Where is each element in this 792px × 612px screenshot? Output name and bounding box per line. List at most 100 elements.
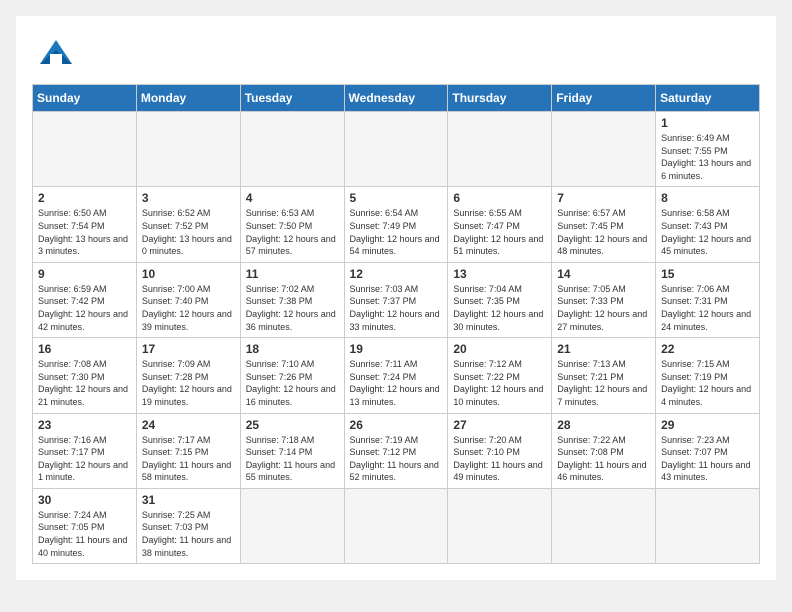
day-cell-17: 17Sunrise: 7:09 AMSunset: 7:28 PMDayligh… (136, 338, 240, 413)
day-cell-10: 10 Sunrise: 7:00 AMSunset: 7:40 PMDayligh… (136, 262, 240, 337)
weekday-header-row: SundayMondayTuesdayWednesdayThursdayFrid… (33, 85, 760, 112)
day-info: Sunrise: 6:49 AMSunset: 7:55 PMDaylight:… (661, 132, 754, 182)
day-info: Sunrise: 6:59 AMSunset: 7:42 PMDaylight:… (38, 283, 131, 333)
week-row-6: 30Sunrise: 7:24 AMSunset: 7:05 PMDayligh… (33, 488, 760, 563)
day-cell-22: 22Sunrise: 7:15 AMSunset: 7:19 PMDayligh… (656, 338, 760, 413)
empty-cell (552, 488, 656, 563)
day-cell-27: 27 Sunrise: 7:20 AMSunset: 7:10 PMDayligh… (448, 413, 552, 488)
week-row-1: 1 Sunrise: 6:49 AMSunset: 7:55 PMDaylight… (33, 112, 760, 187)
day-info: Sunrise: 7:22 AMSunset: 7:08 PMDaylight:… (557, 434, 650, 484)
generalblue-logo-icon (32, 32, 80, 72)
day-number: 4 (246, 191, 339, 205)
week-row-5: 23Sunrise: 7:16 AMSunset: 7:17 PMDayligh… (33, 413, 760, 488)
empty-cell (240, 112, 344, 187)
day-number: 13 (453, 267, 546, 281)
day-info: Sunrise: 6:50 AMSunset: 7:54 PMDaylight:… (38, 207, 131, 257)
empty-cell (33, 112, 137, 187)
day-info: Sunrise: 7:03 AMSunset: 7:37 PMDaylight:… (350, 283, 443, 333)
day-info: Sunrise: 7:06 AMSunset: 7:31 PMDaylight:… (661, 283, 754, 333)
day-info: Sunrise: 7:13 AMSunset: 7:21 PMDaylight:… (557, 358, 650, 408)
logo (32, 32, 86, 72)
day-number: 6 (453, 191, 546, 205)
day-cell-8: 8 Sunrise: 6:58 AMSunset: 7:43 PMDaylight… (656, 187, 760, 262)
header (32, 32, 760, 72)
day-number: 14 (557, 267, 650, 281)
day-info: Sunrise: 6:58 AMSunset: 7:43 PMDaylight:… (661, 207, 754, 257)
day-number: 8 (661, 191, 754, 205)
empty-cell (448, 112, 552, 187)
day-number: 28 (557, 418, 650, 432)
day-cell-2: 2Sunrise: 6:50 AMSunset: 7:54 PMDaylight… (33, 187, 137, 262)
day-info: Sunrise: 7:08 AMSunset: 7:30 PMDaylight:… (38, 358, 131, 408)
day-number: 18 (246, 342, 339, 356)
day-number: 12 (350, 267, 443, 281)
day-info: Sunrise: 7:18 AMSunset: 7:14 PMDaylight:… (246, 434, 339, 484)
empty-cell (240, 488, 344, 563)
day-cell-13: 13 Sunrise: 7:04 AMSunset: 7:35 PMDayligh… (448, 262, 552, 337)
day-cell-14: 14Sunrise: 7:05 AMSunset: 7:33 PMDayligh… (552, 262, 656, 337)
day-cell-24: 24 Sunrise: 7:17 AMSunset: 7:15 PMDayligh… (136, 413, 240, 488)
day-info: Sunrise: 7:20 AMSunset: 7:10 PMDaylight:… (453, 434, 546, 484)
day-info: Sunrise: 6:57 AMSunset: 7:45 PMDaylight:… (557, 207, 650, 257)
day-info: Sunrise: 6:55 AMSunset: 7:47 PMDaylight:… (453, 207, 546, 257)
day-info: Sunrise: 7:25 AMSunset: 7:03 PMDaylight:… (142, 509, 235, 559)
day-cell-23: 23Sunrise: 7:16 AMSunset: 7:17 PMDayligh… (33, 413, 137, 488)
day-cell-16: 16Sunrise: 7:08 AMSunset: 7:30 PMDayligh… (33, 338, 137, 413)
day-info: Sunrise: 7:16 AMSunset: 7:17 PMDaylight:… (38, 434, 131, 484)
day-number: 1 (661, 116, 754, 130)
day-number: 31 (142, 493, 235, 507)
weekday-header-friday: Friday (552, 85, 656, 112)
calendar-table: SundayMondayTuesdayWednesdayThursdayFrid… (32, 84, 760, 564)
day-number: 29 (661, 418, 754, 432)
day-number: 17 (142, 342, 235, 356)
weekday-header-monday: Monday (136, 85, 240, 112)
day-cell-20: 20 Sunrise: 7:12 AMSunset: 7:22 PMDayligh… (448, 338, 552, 413)
day-number: 3 (142, 191, 235, 205)
day-cell-1: 1 Sunrise: 6:49 AMSunset: 7:55 PMDaylight… (656, 112, 760, 187)
day-cell-15: 15 Sunrise: 7:06 AMSunset: 7:31 PMDayligh… (656, 262, 760, 337)
day-number: 20 (453, 342, 546, 356)
day-number: 11 (246, 267, 339, 281)
day-info: Sunrise: 7:04 AMSunset: 7:35 PMDaylight:… (453, 283, 546, 333)
day-info: Sunrise: 7:17 AMSunset: 7:15 PMDaylight:… (142, 434, 235, 484)
day-info: Sunrise: 7:10 AMSunset: 7:26 PMDaylight:… (246, 358, 339, 408)
week-row-4: 16Sunrise: 7:08 AMSunset: 7:30 PMDayligh… (33, 338, 760, 413)
day-info: Sunrise: 7:12 AMSunset: 7:22 PMDaylight:… (453, 358, 546, 408)
empty-cell (136, 112, 240, 187)
day-info: Sunrise: 7:23 AMSunset: 7:07 PMDaylight:… (661, 434, 754, 484)
day-number: 24 (142, 418, 235, 432)
day-number: 7 (557, 191, 650, 205)
day-cell-25: 25Sunrise: 7:18 AMSunset: 7:14 PMDayligh… (240, 413, 344, 488)
day-cell-29: 29 Sunrise: 7:23 AMSunset: 7:07 PMDayligh… (656, 413, 760, 488)
day-cell-9: 9 Sunrise: 6:59 AMSunset: 7:42 PMDaylight… (33, 262, 137, 337)
day-number: 15 (661, 267, 754, 281)
day-info: Sunrise: 7:11 AMSunset: 7:24 PMDaylight:… (350, 358, 443, 408)
day-info: Sunrise: 7:02 AMSunset: 7:38 PMDaylight:… (246, 283, 339, 333)
empty-cell (344, 112, 448, 187)
day-cell-21: 21Sunrise: 7:13 AMSunset: 7:21 PMDayligh… (552, 338, 656, 413)
day-info: Sunrise: 6:52 AMSunset: 7:52 PMDaylight:… (142, 207, 235, 257)
day-cell-7: 7 Sunrise: 6:57 AMSunset: 7:45 PMDaylight… (552, 187, 656, 262)
day-cell-11: 11 Sunrise: 7:02 AMSunset: 7:38 PMDayligh… (240, 262, 344, 337)
weekday-header-tuesday: Tuesday (240, 85, 344, 112)
day-number: 5 (350, 191, 443, 205)
day-cell-30: 30Sunrise: 7:24 AMSunset: 7:05 PMDayligh… (33, 488, 137, 563)
day-cell-4: 4 Sunrise: 6:53 AMSunset: 7:50 PMDaylight… (240, 187, 344, 262)
day-number: 10 (142, 267, 235, 281)
day-info: Sunrise: 7:00 AMSunset: 7:40 PMDaylight:… (142, 283, 235, 333)
weekday-header-thursday: Thursday (448, 85, 552, 112)
day-cell-5: 5 Sunrise: 6:54 AMSunset: 7:49 PMDaylight… (344, 187, 448, 262)
day-number: 26 (350, 418, 443, 432)
day-cell-28: 28 Sunrise: 7:22 AMSunset: 7:08 PMDayligh… (552, 413, 656, 488)
day-number: 9 (38, 267, 131, 281)
day-cell-3: 3 Sunrise: 6:52 AMSunset: 7:52 PMDaylight… (136, 187, 240, 262)
day-info: Sunrise: 6:54 AMSunset: 7:49 PMDaylight:… (350, 207, 443, 257)
day-cell-31: 31 Sunrise: 7:25 AMSunset: 7:03 PMDayligh… (136, 488, 240, 563)
weekday-header-wednesday: Wednesday (344, 85, 448, 112)
day-number: 27 (453, 418, 546, 432)
weekday-header-sunday: Sunday (33, 85, 137, 112)
day-info: Sunrise: 7:15 AMSunset: 7:19 PMDaylight:… (661, 358, 754, 408)
day-cell-19: 19Sunrise: 7:11 AMSunset: 7:24 PMDayligh… (344, 338, 448, 413)
page: SundayMondayTuesdayWednesdayThursdayFrid… (16, 16, 776, 580)
day-info: Sunrise: 6:53 AMSunset: 7:50 PMDaylight:… (246, 207, 339, 257)
